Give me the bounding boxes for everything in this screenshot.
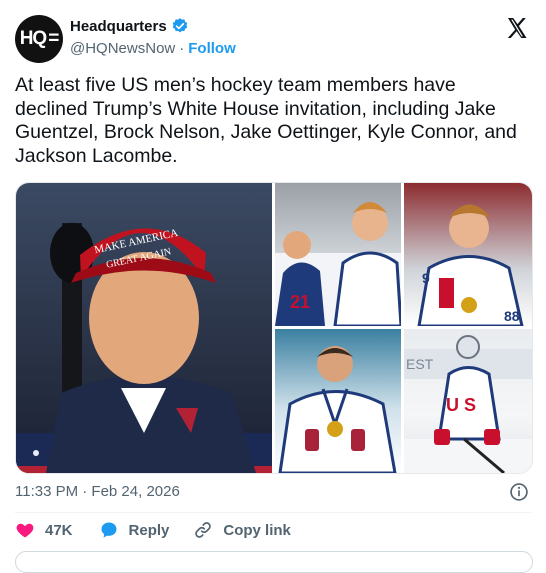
like-button[interactable]: 47K	[15, 520, 73, 540]
goalie-medal-illustration	[278, 346, 397, 473]
read-replies-button[interactable]	[15, 551, 533, 573]
svg-text:9: 9	[422, 270, 430, 286]
copy-link-button[interactable]: Copy link	[193, 520, 291, 540]
player-smiling-illustration: 9 88	[417, 204, 524, 326]
tweet-timestamp[interactable]: 11:33 PM · Feb 24, 2026	[15, 483, 180, 500]
svg-text:EST: EST	[406, 356, 434, 372]
likes-count: 47K	[45, 521, 73, 539]
player-skating-illustration: EST U S	[404, 335, 532, 473]
svg-text:21: 21	[290, 292, 310, 312]
tweet-card: HQ = Headquarters @HQNewsNow · Follow At …	[0, 0, 546, 573]
reply-label: Reply	[128, 521, 170, 539]
author-name-row: Headquarters	[70, 17, 189, 35]
photo-trump[interactable]: MAKE AMERICA GREAT AGAIN	[16, 183, 272, 473]
author-name[interactable]: Headquarters	[70, 18, 167, 35]
handle-separator: ·	[179, 40, 185, 57]
x-logo-icon[interactable]	[505, 16, 529, 40]
info-icon[interactable]	[509, 482, 529, 502]
author-handle[interactable]: @HQNewsNow	[70, 40, 175, 57]
copy-link-label: Copy link	[223, 521, 291, 539]
link-icon	[195, 522, 212, 538]
photo-goalie-medal[interactable]	[275, 329, 401, 473]
heart-icon	[16, 523, 34, 538]
author-handle-row: @HQNewsNow · Follow	[70, 40, 236, 57]
photo-player-smiling[interactable]: 9 88	[404, 183, 532, 326]
photo-players-celebrating[interactable]: 21	[275, 183, 401, 326]
trump-photo-illustration: MAKE AMERICA GREAT AGAIN	[16, 223, 272, 473]
tweet-text: At least five US men’s hockey team membe…	[15, 74, 517, 167]
divider	[15, 512, 531, 513]
svg-text:U S: U S	[446, 395, 476, 415]
reply-button[interactable]: Reply	[99, 520, 170, 540]
verified-badge-icon	[172, 18, 187, 33]
follow-button[interactable]: Follow	[188, 40, 236, 57]
media-grid[interactable]: MAKE AMERICA GREAT AGAIN 21 9 88 EST U S	[15, 182, 533, 474]
players-celebrating-illustration: 21	[275, 202, 401, 326]
svg-text:88: 88	[504, 308, 520, 324]
action-bar: 47K Reply Copy link	[15, 520, 291, 540]
avatar[interactable]: HQ =	[15, 15, 63, 63]
reply-bubble-icon	[101, 522, 117, 538]
photo-player-skating[interactable]: EST U S	[404, 329, 532, 473]
avatar-logo-text: HQ	[19, 28, 47, 49]
avatar-logo-mark: =	[48, 28, 59, 49]
